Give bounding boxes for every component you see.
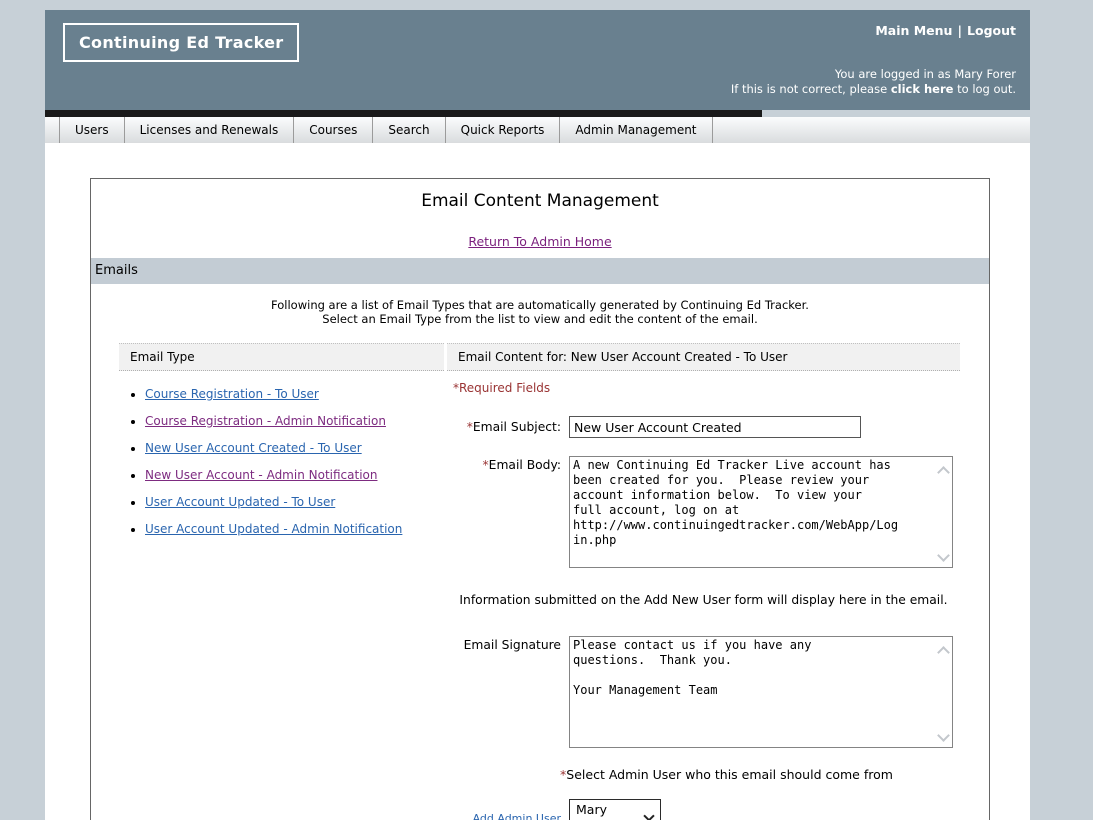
page: Continuing Ed Tracker Main Menu | Logout Y… <box>45 10 1030 820</box>
signature-row: Email Signature Please contact us if you… <box>447 636 960 752</box>
nav-dark-strip <box>45 110 762 117</box>
signature-label: Email Signature <box>447 636 569 652</box>
body-row: *Email Body: A new Continuing Ed Tracker… <box>447 456 960 572</box>
body-label: *Email Body: <box>447 456 569 472</box>
return-to-admin-home-link[interactable]: Return To Admin Home <box>468 234 611 249</box>
return-row: Return To Admin Home <box>91 231 989 250</box>
email-type-link[interactable]: Course Registration - Admin Notification <box>145 414 386 428</box>
email-type-link[interactable]: New User Account Created - To User <box>145 441 362 455</box>
email-type-item: User Account Updated - To User <box>145 495 444 509</box>
emails-section-bar: Emails <box>91 258 989 284</box>
main-menu-link[interactable]: Main Menu <box>875 23 952 38</box>
admin-user-select-value: Mary Forer <box>576 802 639 820</box>
email-type-link[interactable]: Course Registration - To User <box>145 387 319 401</box>
header-links: Main Menu | Logout <box>875 23 1016 38</box>
logout-hint-text: If this is not correct, please click her… <box>731 82 1016 97</box>
login-info: You are logged in as Mary Forer If this … <box>731 67 1016 97</box>
instructions: Following are a list of Email Types that… <box>91 298 989 326</box>
tab-users[interactable]: Users <box>59 117 125 143</box>
chevron-down-icon <box>643 810 654 820</box>
columns: Email Type Course Registration - To User… <box>119 343 960 820</box>
body-info-note: Information submitted on the Add New Use… <box>447 593 960 607</box>
email-type-panel: Email Type Course Registration - To User… <box>119 343 444 820</box>
email-signature-textarea[interactable]: Please contact us if you have any questi… <box>569 636 953 748</box>
tab-search[interactable]: Search <box>373 117 445 143</box>
email-content-header: Email Content for: New User Account Crea… <box>447 343 960 371</box>
app-header: Continuing Ed Tracker Main Menu | Logout Y… <box>45 10 1030 110</box>
subject-row: *Email Subject: <box>447 416 960 438</box>
admin-user-select[interactable]: Mary Forer <box>569 799 661 820</box>
email-type-link[interactable]: User Account Updated - To User <box>145 495 335 509</box>
logout-link[interactable]: Logout <box>967 23 1016 38</box>
instructions-line1: Following are a list of Email Types that… <box>91 298 989 312</box>
add-admin-user-link[interactable]: Add Admin User <box>473 812 561 820</box>
link-separator: | <box>957 23 962 38</box>
email-editor-panel: Email Content for: New User Account Crea… <box>447 343 960 820</box>
tab-courses[interactable]: Courses <box>294 117 373 143</box>
tab-admin-management[interactable]: Admin Management <box>560 117 712 143</box>
body-textarea-wrap: A new Continuing Ed Tracker Live account… <box>569 456 953 572</box>
logout-hint-suffix: to log out. <box>953 82 1016 96</box>
tab-quick-reports[interactable]: Quick Reports <box>446 117 561 143</box>
email-type-item: Course Registration - Admin Notification <box>145 414 444 428</box>
email-type-item: New User Account Created - To User <box>145 441 444 455</box>
instructions-line2: Select an Email Type from the list to vi… <box>91 312 989 326</box>
admin-note-text: Select Admin User who this email should … <box>566 767 893 782</box>
admin-select-row: Add Admin User Mary Forer <box>447 799 960 820</box>
email-subject-input[interactable] <box>569 416 861 438</box>
page-title: Email Content Management <box>91 191 989 211</box>
body-label-text: Email Body: <box>489 458 561 472</box>
click-here-link[interactable]: click here <box>891 82 954 96</box>
tab-bar: Users Licenses and RenewalsCoursesSearch… <box>45 117 1030 143</box>
logout-hint-prefix: If this is not correct, please <box>731 82 891 96</box>
signature-textarea-wrap: Please contact us if you have any questi… <box>569 636 953 752</box>
email-type-list: Course Registration - To User Course Reg… <box>119 387 444 536</box>
admin-user-note: *Select Admin User who this email should… <box>447 767 960 782</box>
email-type-header: Email Type <box>119 343 444 371</box>
subject-label-text: Email Subject: <box>473 420 561 434</box>
email-type-link[interactable]: User Account Updated - Admin Notificatio… <box>145 522 402 536</box>
app-logo: Continuing Ed Tracker <box>63 23 299 62</box>
logged-in-as-text: You are logged in as Mary Forer <box>731 67 1016 82</box>
add-admin-cell: Add Admin User <box>447 811 569 820</box>
tab-licenses-and-renewals[interactable]: Licenses and Renewals <box>125 117 295 143</box>
email-body-textarea[interactable]: A new Continuing Ed Tracker Live account… <box>569 456 953 568</box>
email-type-link[interactable]: New User Account - Admin Notification <box>145 468 377 482</box>
email-type-item: User Account Updated - Admin Notificatio… <box>145 522 444 536</box>
content-area: Email Content Management Return To Admin… <box>45 143 1030 820</box>
email-type-item: New User Account - Admin Notification <box>145 468 444 482</box>
subject-label: *Email Subject: <box>447 420 569 434</box>
required-fields-note: *Required Fields <box>453 381 960 395</box>
email-type-item: Course Registration - To User <box>145 387 444 401</box>
main-box: Email Content Management Return To Admin… <box>90 178 990 820</box>
